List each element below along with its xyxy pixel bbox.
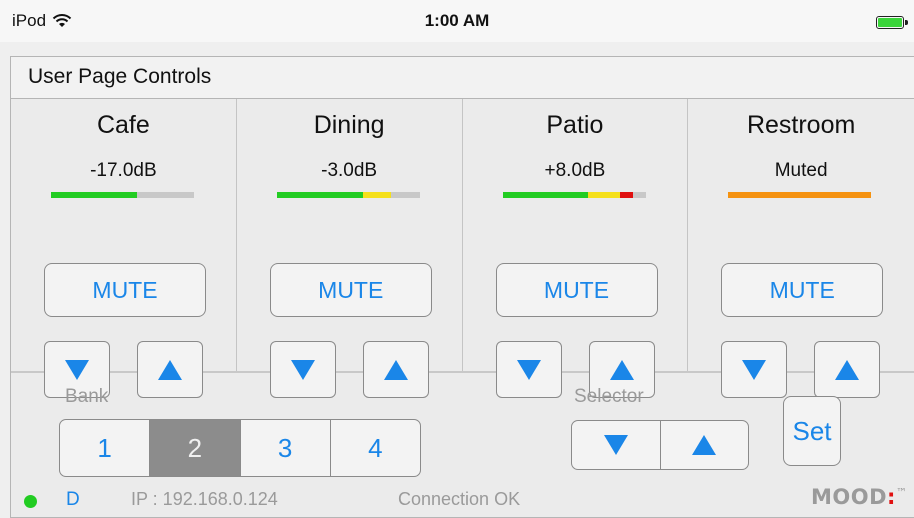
meter-segment-red [619,192,633,198]
status-bar: iPod 1:00 AM [0,0,914,42]
meter-segment-green [502,192,589,198]
zone-level: -17.0dB [90,160,157,181]
zone-cafe: Cafe -17.0dB MUTE [11,99,237,398]
zone-name: Cafe [96,111,150,139]
clock: 1:00 AM [424,11,490,30]
meter-segment-green [276,192,363,198]
level-meter [51,192,194,198]
bottom-controls: Bank 1 2 3 4 Selector Set D IP : 192.168… [11,373,914,517]
set-button[interactable]: Set [783,396,841,466]
zone-name: Restroom [746,111,856,139]
mute-button[interactable]: MUTE [721,263,884,317]
selector-down-button[interactable] [572,421,661,469]
selector-up-button[interactable] [661,421,749,469]
meter-segment-green [51,192,137,198]
zone-level: +8.0dB [544,160,606,181]
ip-address: IP : 192.168.0.124 [131,489,278,509]
logo-tm: ™ [895,486,908,499]
bank-option-2[interactable]: 2 [150,420,241,476]
zone-level: Muted [774,160,828,181]
user-page-controls-panel: User Page Controls Cafe -17.0dB MUTE Din… [10,56,914,518]
zone-patio: Patio +8.0dB MUTE [463,99,689,398]
bank-label: Bank [65,386,109,407]
zone-level: -3.0dB [321,160,378,181]
bank-option-3[interactable]: 3 [241,420,331,476]
zone-name: Patio [546,111,604,139]
arrow-down-icon [603,435,628,455]
selector-label: Selector [574,386,644,407]
selector-control [571,420,749,470]
bank-selector: 1 2 3 4 [59,419,421,477]
zone-dining: Dining -3.0dB MUTE [237,99,463,398]
meter-segment-orange [728,192,872,198]
level-meter [728,192,872,198]
level-meter [276,192,420,198]
bank-option-1[interactable]: 1 [60,420,151,476]
logo-text: MOOD [811,485,888,509]
panel-title: User Page Controls [11,57,914,99]
meter-segment-yellow [588,192,620,198]
status-mode: D [66,489,80,510]
bank-option-4[interactable]: 4 [331,420,420,476]
connection-status: Connection OK [398,489,521,509]
arrow-up-icon [692,435,717,455]
meter-segment-yellow [362,192,392,198]
zone-restroom: Restroom Muted MUTE [688,99,914,398]
mute-button[interactable]: MUTE [44,263,206,317]
connection-status-dot [24,495,37,508]
mute-button[interactable]: MUTE [269,263,432,317]
mute-button[interactable]: MUTE [495,263,658,317]
zones: Cafe -17.0dB MUTE Dining -3.0dB MUTE Pat… [11,99,914,398]
battery-icon [876,16,908,29]
logo-colon: : [887,485,896,509]
zone-name: Dining [313,111,385,139]
level-meter [502,192,646,198]
mood-logo: MOOD:™ [811,485,907,509]
